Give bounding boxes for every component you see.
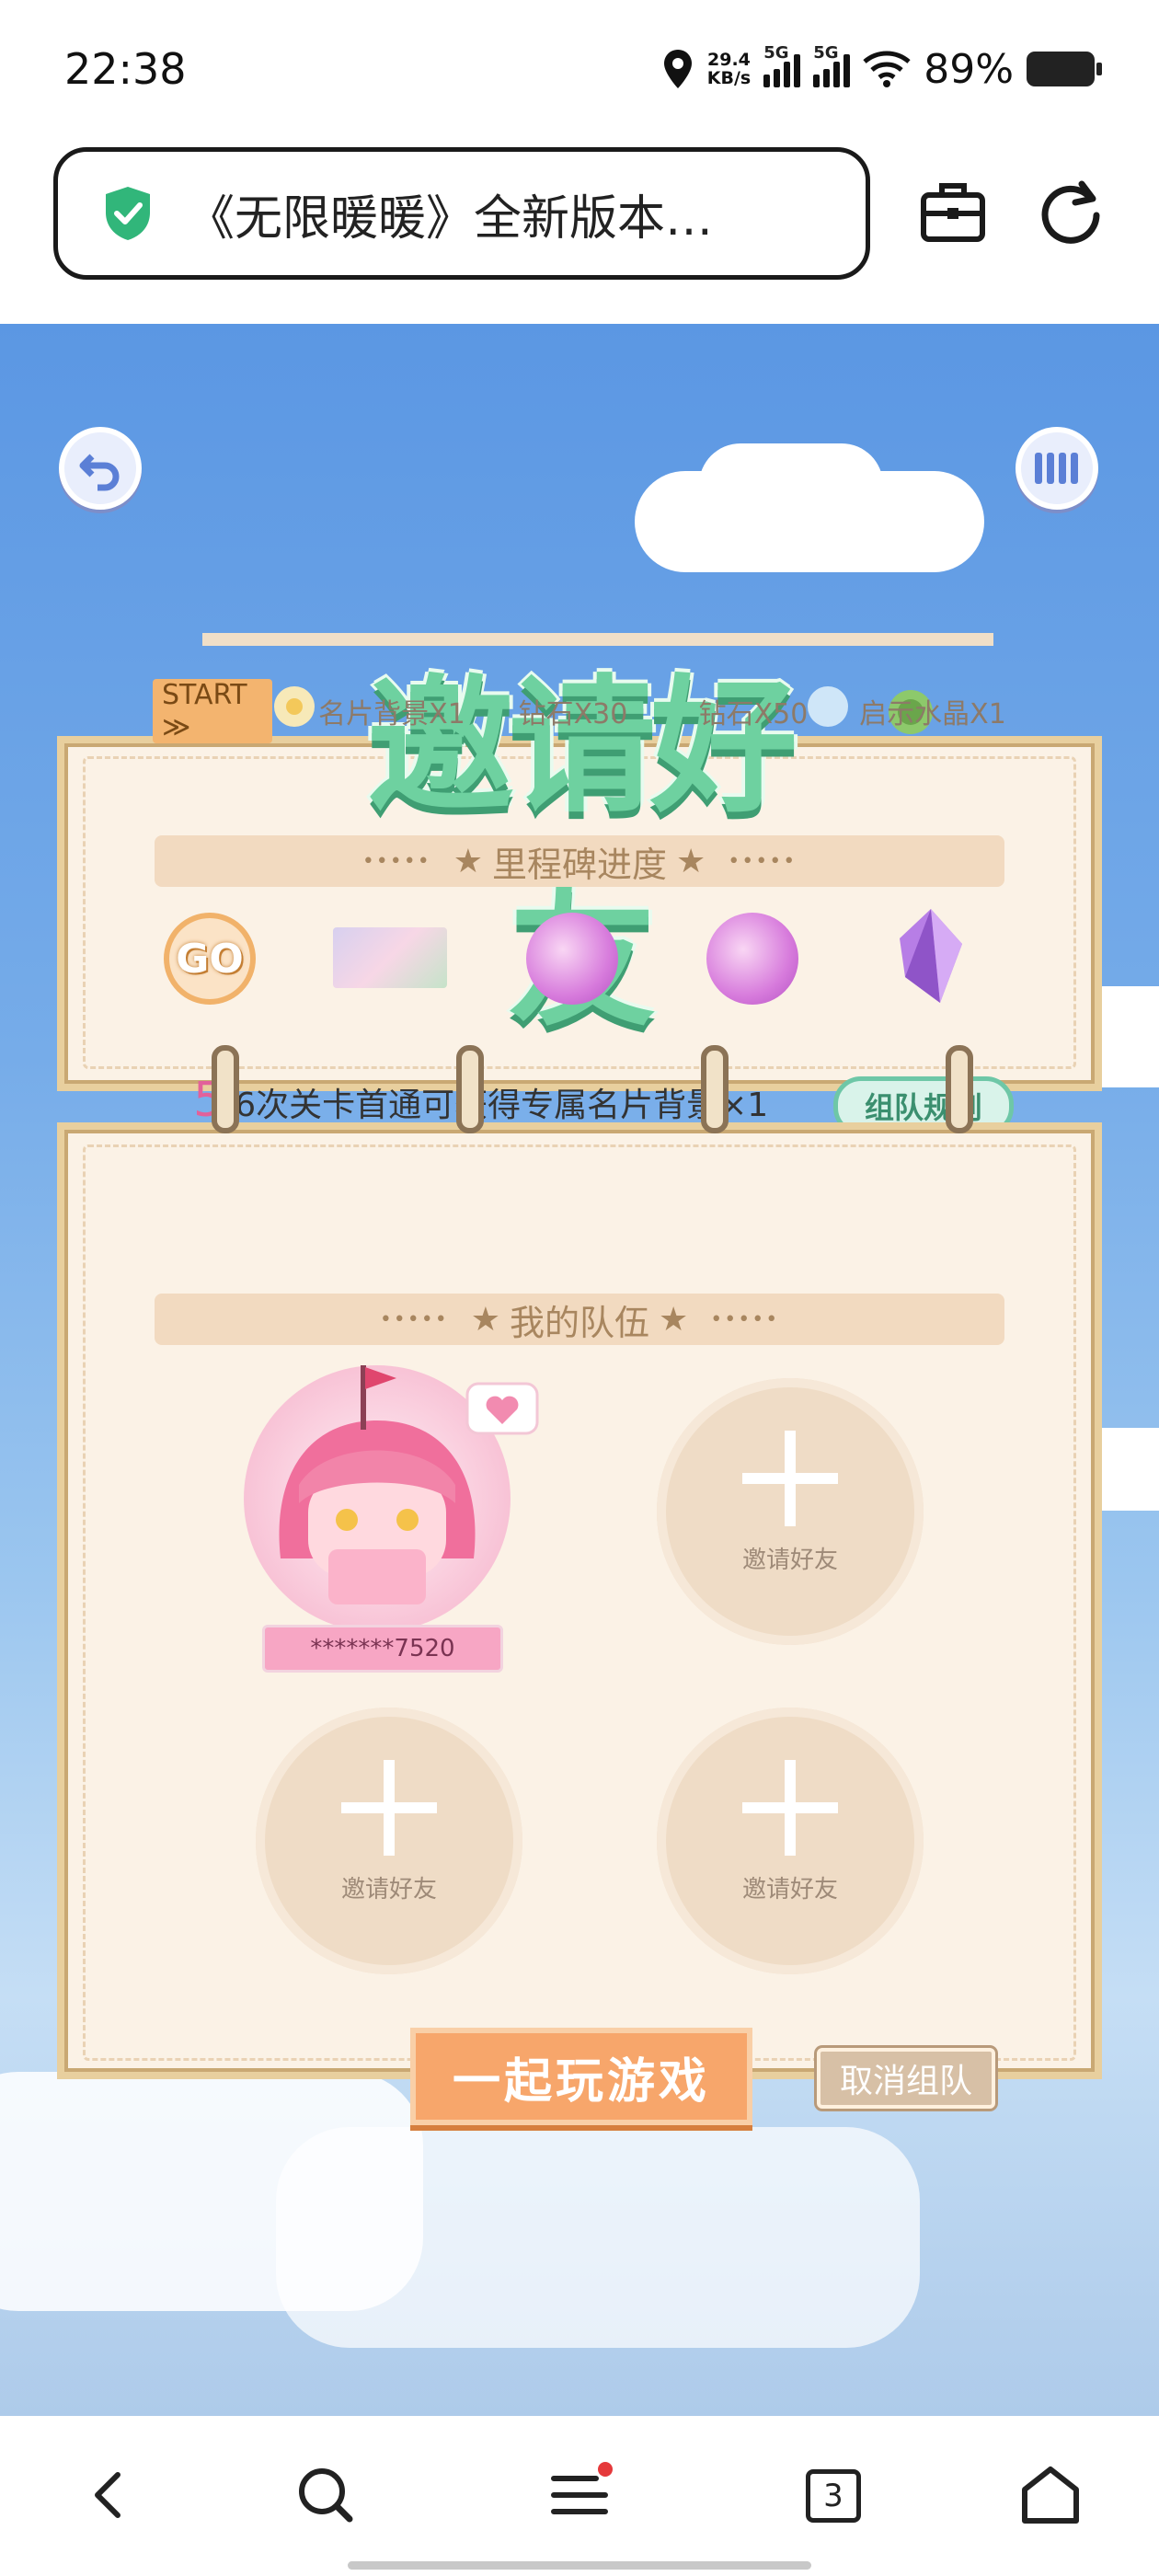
tabs-icon[interactable]: 3 bbox=[806, 2469, 861, 2523]
plus-icon bbox=[742, 1430, 838, 1526]
invite-slot[interactable]: 邀请好友 bbox=[256, 1708, 522, 1974]
refresh-icon[interactable] bbox=[1034, 175, 1107, 248]
gesture-bar bbox=[348, 2561, 811, 2570]
star-icon: ★ bbox=[676, 842, 706, 880]
crystal-icon bbox=[900, 909, 962, 1003]
binder-ring bbox=[212, 1045, 239, 1133]
back-icon[interactable] bbox=[74, 2458, 147, 2532]
music-button[interactable] bbox=[1016, 427, 1098, 510]
panel-border bbox=[83, 1144, 1076, 2061]
battery-percent: 89% bbox=[924, 45, 1014, 93]
sound-bars-icon bbox=[1035, 453, 1078, 484]
milestone-label: 钻石X30 bbox=[518, 698, 628, 730]
wifi-icon bbox=[863, 51, 911, 87]
member-name-tag: *******7520 bbox=[262, 1625, 503, 1673]
status-bar: 22:38 29.4 KB/s 5G 5G 89% bbox=[0, 0, 1159, 138]
back-button[interactable] bbox=[59, 427, 142, 510]
milestone-track bbox=[202, 633, 993, 646]
invite-slot-label: 邀请好友 bbox=[741, 1875, 838, 1903]
invite-slot-label: 邀请好友 bbox=[340, 1875, 437, 1903]
net-speed: 29.4 KB/s bbox=[706, 50, 752, 88]
milestone-label: 钻石X50 bbox=[698, 698, 809, 730]
star-icon: ★ bbox=[659, 1300, 689, 1339]
status-icons: 29.4 KB/s 5G 5G 89% bbox=[661, 41, 1102, 97]
undo-icon bbox=[79, 454, 120, 491]
search-icon[interactable] bbox=[289, 2458, 362, 2532]
heart-bubble-icon bbox=[465, 1382, 539, 1435]
card-background-icon bbox=[333, 927, 447, 988]
go-badge-icon: GO bbox=[164, 913, 256, 1005]
binder-ring bbox=[456, 1045, 484, 1133]
milestone-label: 启示水晶X1 bbox=[859, 698, 1006, 730]
signal-icon: 5G bbox=[813, 43, 851, 87]
team-header: ••••• ★ 我的队伍 ★ ••••• bbox=[155, 1294, 1004, 1345]
plus-icon bbox=[742, 1759, 838, 1856]
star-icon: ★ bbox=[453, 842, 483, 880]
plus-icon bbox=[341, 1759, 437, 1856]
binder-ring bbox=[701, 1045, 729, 1133]
star-icon: ★ bbox=[470, 1300, 500, 1339]
invite-slot[interactable]: 邀请好友 bbox=[657, 1708, 924, 1974]
milestone-label: 名片背景X1 bbox=[318, 698, 465, 730]
page-title: 《无限暖暖》全新版本… bbox=[187, 190, 714, 247]
signal-icon: 5G bbox=[763, 43, 801, 87]
invite-slot[interactable]: 邀请好友 bbox=[657, 1378, 924, 1645]
toolbox-icon[interactable] bbox=[916, 175, 990, 248]
diamond-icon bbox=[526, 913, 618, 1005]
milestone-label: START ≫ bbox=[153, 679, 272, 743]
menu-icon[interactable] bbox=[543, 2458, 616, 2532]
cloud bbox=[699, 443, 883, 526]
status-time: 22:38 bbox=[64, 44, 187, 94]
cancel-team-button[interactable]: 取消组队 bbox=[817, 2048, 995, 2109]
game-view: 邀请好友 •••••★ 里程碑进度 ★••••• GO START ≫ 名片背景… bbox=[0, 324, 1159, 2416]
milestone-header: ••••• ★ 里程碑进度 ★ ••••• bbox=[155, 835, 1004, 887]
binder-ring bbox=[946, 1045, 973, 1133]
play-together-button[interactable]: 一起玩游戏 bbox=[410, 2028, 752, 2125]
diamond-icon bbox=[706, 913, 798, 1005]
address-bar[interactable]: 《无限暖暖》全新版本… bbox=[53, 147, 870, 280]
cloud bbox=[276, 2127, 920, 2348]
shield-check-icon bbox=[106, 187, 150, 240]
location-icon bbox=[663, 50, 692, 88]
home-icon[interactable] bbox=[1014, 2458, 1087, 2532]
battery-icon bbox=[1027, 52, 1102, 86]
invite-slot-label: 邀请好友 bbox=[741, 1546, 838, 1574]
